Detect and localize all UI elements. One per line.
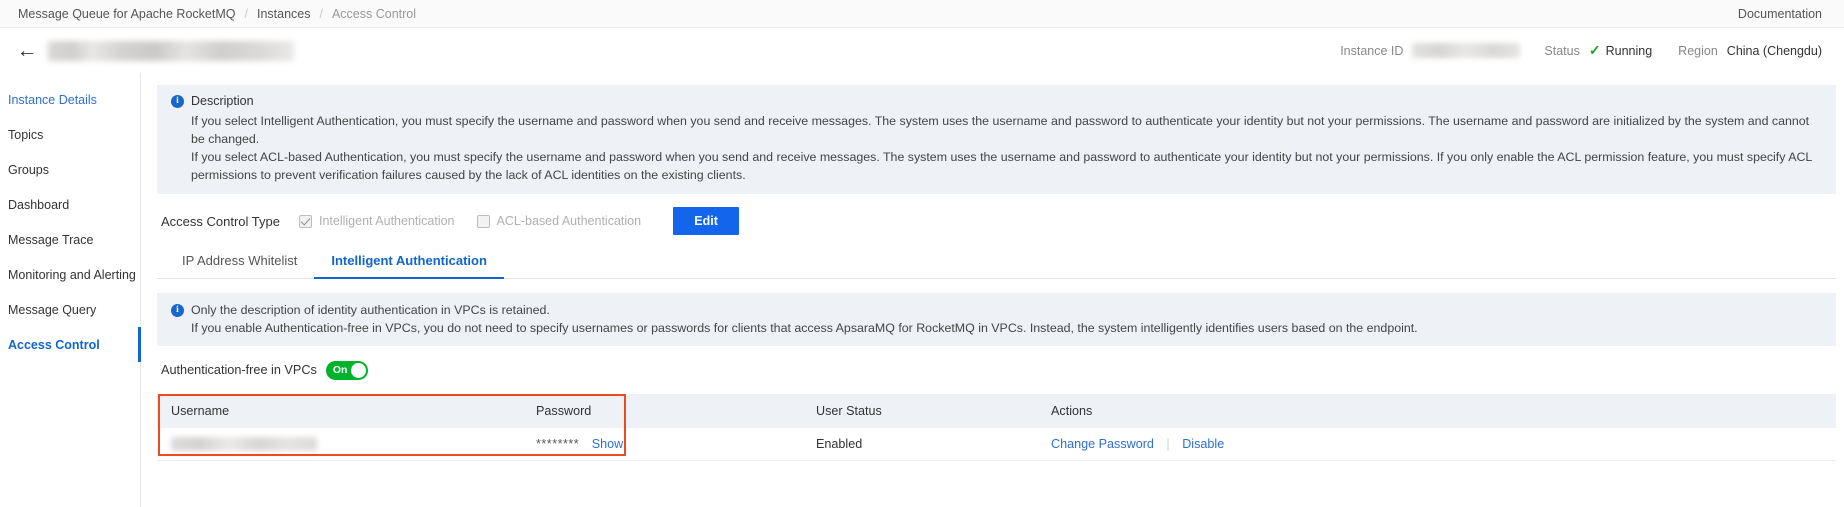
sidebar-item-label: Access Control — [8, 337, 100, 352]
vpc-notice-panel: i Only the description of identity authe… — [157, 293, 1836, 346]
table-row: ******** Show Enabled Change Password | … — [157, 428, 1836, 461]
sidebar-item-label: Message Query — [8, 302, 97, 317]
status-label: Status — [1544, 43, 1580, 58]
instance-title-bar: ← Instance ID Status ✓ Running Region Ch… — [0, 28, 1844, 73]
access-control-type-row: Access Control Type Intelligent Authenti… — [157, 198, 1836, 244]
toggle-knob — [350, 362, 366, 378]
breadcrumb-item-product[interactable]: Message Queue for Apache RocketMQ — [18, 7, 235, 21]
main-content: i Description If you select Intelligent … — [141, 73, 1844, 507]
sidebar-item-message-query[interactable]: Message Query — [0, 292, 140, 327]
auth-free-toggle[interactable]: On — [325, 360, 368, 380]
sidebar-item-groups[interactable]: Groups — [0, 152, 140, 187]
breadcrumb-bar: Message Queue for Apache RocketMQ / Inst… — [0, 0, 1844, 28]
sidebar-item-label: Monitoring and Alerting — [8, 267, 136, 282]
column-header-username: Username — [157, 394, 522, 428]
status-value: Running — [1605, 43, 1653, 58]
show-password-link[interactable]: Show — [592, 437, 624, 451]
breadcrumb-separator: / — [244, 6, 248, 21]
access-control-type-label: Access Control Type — [161, 213, 280, 229]
breadcrumb-item-access-control: Access Control — [331, 6, 417, 21]
info-icon: i — [171, 303, 184, 317]
sidebar-item-instance-details[interactable]: Instance Details — [0, 82, 140, 117]
disable-link[interactable]: Disable — [1182, 437, 1224, 451]
documentation-link[interactable]: Documentation — [1738, 7, 1822, 21]
sidebar: Instance Details Topics Groups Dashboard… — [0, 73, 141, 507]
username-value-redacted — [171, 437, 317, 452]
description-header: i Description — [171, 94, 1822, 108]
cell-actions: Change Password | Disable — [1037, 428, 1836, 461]
sidebar-item-label: Dashboard — [8, 197, 70, 212]
breadcrumb-separator: / — [319, 6, 323, 21]
users-table: Username Password User Status Actions **… — [157, 394, 1836, 461]
sidebar-item-label: Topics — [8, 127, 44, 142]
password-mask: ******** — [536, 436, 580, 451]
description-title: Description — [191, 94, 254, 108]
auth-free-toggle-row: Authentication-free in VPCs On — [157, 359, 1836, 381]
cell-user-status: Enabled — [802, 428, 1037, 461]
sidebar-item-label: Groups — [8, 162, 49, 177]
description-panel: i Description If you select Intelligent … — [157, 85, 1836, 194]
check-icon: ✓ — [1588, 42, 1601, 58]
page-body: Instance Details Topics Groups Dashboard… — [0, 73, 1844, 507]
sidebar-item-access-control[interactable]: Access Control — [0, 327, 141, 362]
table-header-row: Username Password User Status Actions — [157, 394, 1836, 428]
sidebar-item-topics[interactable]: Topics — [0, 117, 140, 152]
region-label: Region — [1678, 43, 1718, 58]
region-value: China (Chengdu) — [1726, 43, 1822, 58]
change-password-link[interactable]: Change Password — [1051, 437, 1154, 451]
checkbox-acl-based-authentication[interactable]: ACL-based Authentication — [476, 214, 642, 228]
checkbox-label: Intelligent Authentication — [318, 214, 455, 228]
sidebar-item-label: Message Trace — [8, 232, 94, 247]
users-table-area: Username Password User Status Actions **… — [157, 394, 1836, 461]
breadcrumb-item-instances[interactable]: Instances — [257, 7, 311, 21]
instance-name-redacted — [48, 40, 294, 61]
instance-id-label: Instance ID — [1340, 43, 1404, 58]
edit-button[interactable]: Edit — [673, 207, 740, 235]
instance-meta: Instance ID Status ✓ Running Region Chin… — [1340, 42, 1822, 59]
vpc-notice-line-1: i Only the description of identity authe… — [171, 301, 1822, 319]
description-paragraph-2: If you select ACL-based Authentication, … — [191, 150, 1812, 182]
cell-password: ******** Show — [522, 428, 802, 461]
sidebar-item-message-trace[interactable]: Message Trace — [0, 222, 140, 257]
checkbox-intelligent-authentication[interactable]: Intelligent Authentication — [298, 214, 455, 228]
vpc-notice-text-1: Only the description of identity authent… — [191, 303, 550, 317]
cell-username — [157, 428, 522, 461]
action-separator: | — [1166, 436, 1170, 451]
column-header-actions: Actions — [1037, 394, 1836, 428]
instance-id-value-redacted — [1412, 43, 1521, 58]
auth-free-toggle-label: Authentication-free in VPCs — [161, 363, 317, 377]
toggle-state-text: On — [332, 364, 348, 376]
tab-ip-address-whitelist[interactable]: IP Address Whitelist — [165, 246, 314, 278]
column-header-user-status: User Status — [802, 394, 1037, 428]
sidebar-item-dashboard[interactable]: Dashboard — [0, 187, 140, 222]
column-header-password: Password — [522, 394, 802, 428]
description-paragraph-1: If you select Intelligent Authentication… — [191, 114, 1810, 146]
vpc-notice-text-2: If you enable Authentication-free in VPC… — [191, 321, 1418, 335]
tab-intelligent-authentication[interactable]: Intelligent Authentication — [314, 246, 504, 279]
sidebar-item-monitoring-and-alerting[interactable]: Monitoring and Alerting — [0, 257, 140, 292]
sidebar-item-label: Instance Details — [8, 92, 97, 107]
checkbox-icon — [476, 214, 490, 228]
back-arrow-icon[interactable]: ← — [14, 38, 40, 64]
checkbox-icon — [298, 214, 312, 228]
checkbox-label: ACL-based Authentication — [496, 214, 642, 228]
tab-bar: IP Address Whitelist Intelligent Authent… — [157, 246, 1836, 279]
info-icon: i — [171, 94, 184, 108]
